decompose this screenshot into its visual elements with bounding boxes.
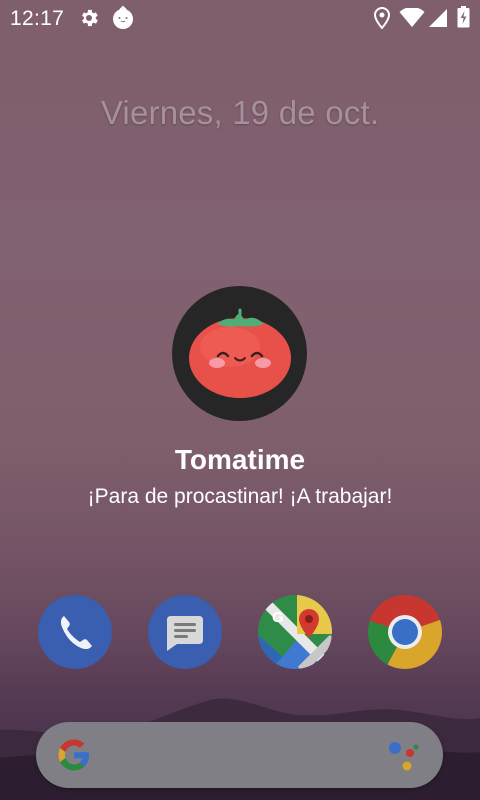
phone-icon — [38, 595, 112, 669]
status-bar: 12:17 — [0, 0, 480, 36]
maps-app-icon[interactable]: G — [257, 594, 333, 670]
status-time: 12:17 — [10, 7, 65, 30]
gear-icon — [82, 9, 98, 27]
date-text: Viernes, 19 de oct. — [100, 94, 380, 131]
messages-app-icon[interactable] — [147, 594, 223, 670]
svg-text:G: G — [272, 609, 284, 626]
battery-icon — [457, 6, 470, 28]
app-title: Tomatime — [174, 444, 306, 475]
maps-icon: G — [258, 595, 332, 669]
app-notification-icon — [113, 6, 133, 29]
google-search-bar[interactable] — [36, 722, 443, 788]
home-screen: 12:17 Viernes, 19 de oct. Tomatime ¡Para… — [0, 0, 480, 800]
tomato-icon — [189, 308, 291, 398]
phone-app-icon[interactable] — [37, 594, 113, 670]
google-g-icon — [58, 739, 89, 771]
app-tagline: ¡Para de procastinar! ¡A trabajar! — [87, 485, 393, 508]
google-assistant-icon[interactable] — [387, 739, 421, 773]
chrome-app-icon[interactable] — [367, 594, 443, 670]
app-logo — [172, 286, 307, 421]
wifi-icon — [399, 8, 425, 27]
messages-icon — [148, 595, 222, 669]
chrome-icon — [368, 595, 442, 669]
location-icon — [373, 7, 391, 29]
cellular-signal-icon — [429, 9, 447, 27]
